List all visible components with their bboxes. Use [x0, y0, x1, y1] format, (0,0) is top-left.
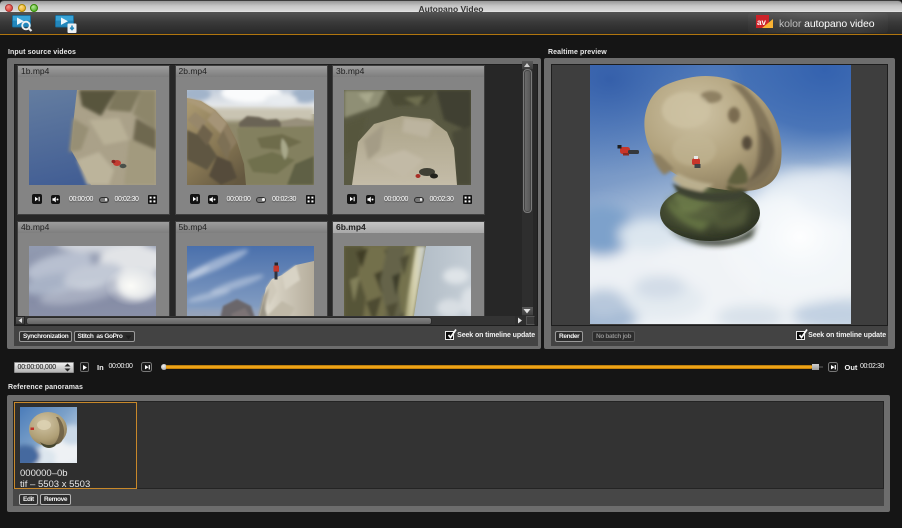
svg-text:av: av: [757, 18, 766, 27]
